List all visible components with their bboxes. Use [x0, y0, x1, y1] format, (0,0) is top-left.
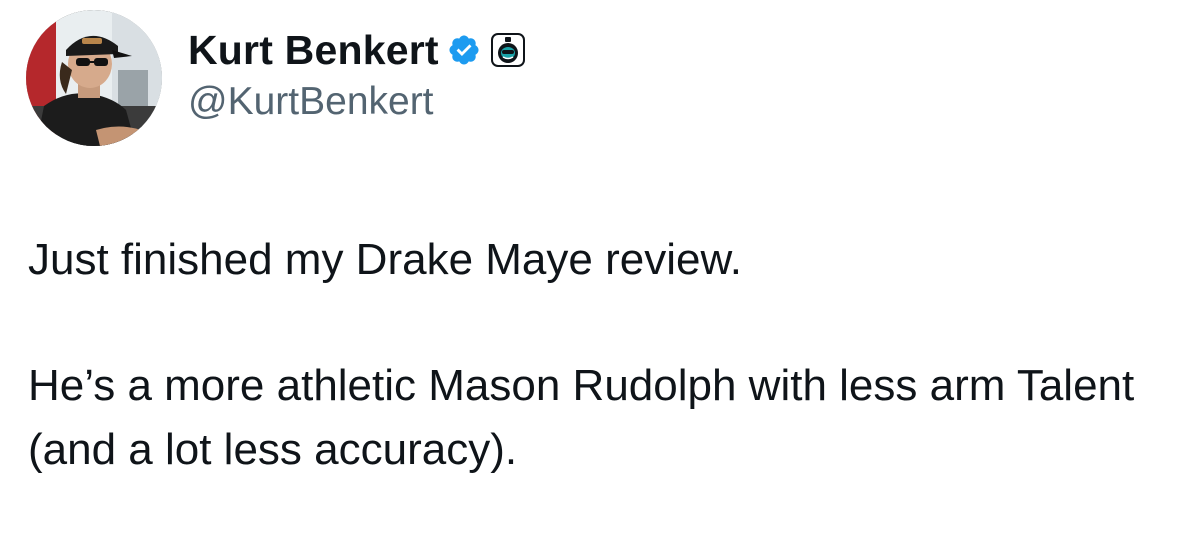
tweet-card: Kurt Benkert @KurtBenkert Just finished … [0, 0, 1200, 538]
author-handle[interactable]: @KurtBenkert [188, 80, 434, 124]
affiliate-badge-icon[interactable] [490, 33, 525, 67]
avatar[interactable] [26, 10, 162, 146]
tweet-text-line-1: Just finished my Drake Maye review. [28, 235, 743, 284]
verified-badge-icon[interactable] [447, 33, 481, 67]
tweet-text: Just finished my Drake Maye review. He’s… [28, 228, 1168, 482]
avatar-image [26, 10, 162, 146]
tweet-text-line-2: He’s a more athletic Mason Rudolph with … [28, 361, 1135, 474]
author-display-name[interactable]: Kurt Benkert [188, 27, 439, 74]
author-name-row: Kurt Benkert [188, 22, 525, 78]
